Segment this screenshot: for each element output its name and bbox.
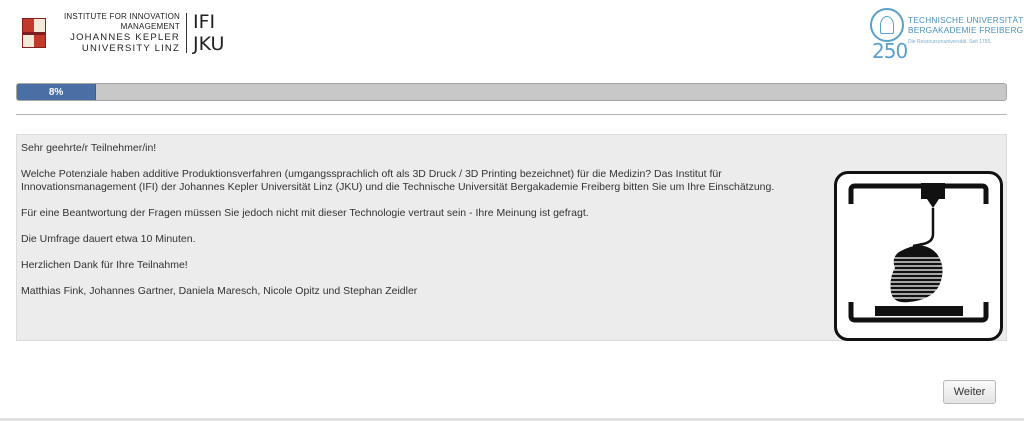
- anniversary-number: 250: [872, 39, 908, 63]
- logo-divider: [186, 13, 187, 53]
- ifi-jku-logo: INSTITUTE FOR INNOVATION MANAGEMENT JOHA…: [22, 12, 224, 54]
- university-name-line2: UNIVERSITY LINZ: [81, 42, 180, 54]
- acronym-jku: JKU: [193, 33, 225, 55]
- acronym-ifi: IFI: [193, 11, 216, 33]
- institute-wordmark: INSTITUTE FOR INNOVATION MANAGEMENT JOHA…: [52, 12, 180, 54]
- jku-crest-icon: [22, 18, 46, 48]
- intro-panel: Sehr geehrte/r Teilnehmer/in! Welche Pot…: [16, 134, 1007, 341]
- intro-paragraph-1: Welche Potenziale haben additive Produkt…: [21, 168, 775, 193]
- authors: Matthias Fink, Johannes Gartner, Daniela…: [21, 285, 418, 297]
- institute-name-line1: INSTITUTE FOR INNOVATION: [63, 12, 180, 21]
- tu-freiberg-logo: 250 TECHNISCHE UNIVERSITÄT BERGAKADEMIE …: [870, 8, 1023, 63]
- intro-paragraph-3: Die Umfrage dauert etwa 10 Minuten.: [21, 233, 196, 245]
- 3d-printer-icon: [834, 171, 1003, 341]
- tu-name-line1: TECHNISCHE UNIVERSITÄT: [908, 15, 1024, 25]
- intro-text: Sehr geehrte/r Teilnehmer/in! Welche Pot…: [21, 142, 831, 311]
- acronym-block: IFI JKU: [193, 12, 224, 54]
- greeting: Sehr geehrte/r Teilnehmer/in!: [21, 142, 157, 154]
- intro-paragraph-4: Herzlichen Dank für Ihre Teilnahme!: [21, 259, 188, 271]
- tu-tagline: Die Ressourcenuniversität. Seit 1765.: [908, 39, 992, 45]
- survey-progress-bar: 8%: [16, 83, 1007, 101]
- next-button[interactable]: Weiter: [943, 380, 996, 404]
- progress-label: 8%: [48, 86, 64, 98]
- divider: [16, 114, 1007, 115]
- header: INSTITUTE FOR INNOVATION MANAGEMENT JOHA…: [0, 0, 1024, 75]
- institute-name-line2: MANAGEMENT: [120, 22, 180, 32]
- tu-name-line2: BERGAKADEMIE FREIBERG: [908, 25, 1024, 35]
- university-name-line1: JOHANNES KEPLER: [70, 31, 180, 43]
- tu-seal-icon: [870, 8, 904, 42]
- intro-paragraph-2: Für eine Beantwortung der Fragen müssen …: [21, 207, 589, 219]
- progress-fill: 8%: [17, 84, 97, 100]
